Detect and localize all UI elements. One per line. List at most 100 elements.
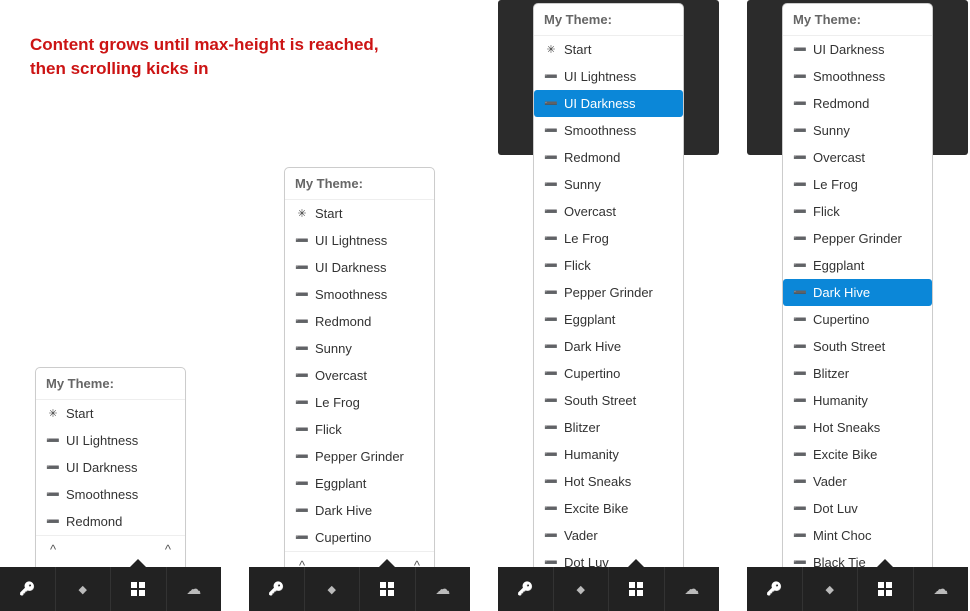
theme-item-label: Eggplant [564,312,615,327]
nav-drop[interactable] [803,567,859,611]
footer-chevron-left[interactable]: ^ [46,542,60,557]
theme-item[interactable]: ➖Sunny [285,335,434,362]
theme-item[interactable]: ➖Overcast [285,362,434,389]
theme-item-label: Flick [315,422,342,437]
theme-list[interactable]: ➖UI Darkness➖Smoothness➖Redmond➖Sunny➖Ov… [783,36,932,576]
theme-item-label: Redmond [66,514,122,529]
theme-item[interactable]: ➖Cupertino [534,360,683,387]
theme-item[interactable]: ➖Hot Sneaks [534,468,683,495]
nav-key[interactable] [0,567,56,611]
footer-chevron-right[interactable]: ^ [161,542,175,557]
theme-item[interactable]: ➖Redmond [36,508,185,535]
theme-item[interactable]: ✳Start [285,200,434,227]
theme-item[interactable]: ➖South Street [783,333,932,360]
nav-grid[interactable] [609,567,665,611]
theme-item[interactable]: ➖Smoothness [534,117,683,144]
theme-item[interactable]: ➖Vader [783,468,932,495]
asterisk-icon: ✳ [46,407,60,420]
theme-item[interactable]: ➖Dark Hive [783,279,932,306]
theme-item[interactable]: ➖UI Darkness [36,454,185,481]
theme-item[interactable]: ➖Hot Sneaks [783,414,932,441]
cloud-icon [933,580,948,599]
theme-item[interactable]: ➖Excite Bike [783,441,932,468]
theme-item[interactable]: ➖Dot Luv [783,495,932,522]
minus-icon: ➖ [793,475,807,488]
theme-item[interactable]: ➖Sunny [783,117,932,144]
nav-drop[interactable] [554,567,610,611]
theme-item[interactable]: ➖Smoothness [285,281,434,308]
theme-item[interactable]: ➖ Eggplant [534,306,683,333]
theme-item[interactable]: ➖UI Darkness [534,90,683,117]
theme-item[interactable]: ➖Flick [783,198,932,225]
theme-list[interactable]: ✳Start➖UI Lightness➖UI Darkness➖Smoothne… [36,400,185,535]
theme-item[interactable]: ➖Le Frog [534,225,683,252]
theme-item[interactable]: ➖UI Darkness [285,254,434,281]
theme-item[interactable]: ➖Cupertino [783,306,932,333]
theme-item[interactable]: ➖Eggplant [285,470,434,497]
theme-item[interactable]: ➖Overcast [534,198,683,225]
theme-item[interactable]: ➖UI Lightness [285,227,434,254]
minus-icon: ➖ [544,313,558,326]
nav-grid[interactable] [858,567,914,611]
theme-item[interactable]: ➖Blitzer [534,414,683,441]
theme-item[interactable]: ➖Dark Hive [285,497,434,524]
minus-icon: ➖ [793,97,807,110]
nav-cloud[interactable] [914,567,969,611]
theme-item[interactable]: ➖Excite Bike [534,495,683,522]
theme-item-label: Mint Choc [813,528,872,543]
theme-item[interactable]: ➖Overcast [783,144,932,171]
theme-item-label: UI Darkness [813,42,885,57]
theme-item[interactable]: ➖Smoothness [783,63,932,90]
minus-icon: ➖ [544,178,558,191]
theme-item[interactable]: ➖Mint Choc [783,522,932,549]
theme-item[interactable]: ➖Cupertino [285,524,434,551]
nav-key[interactable] [747,567,803,611]
theme-item[interactable]: ➖Dark Hive [534,333,683,360]
nav-cloud[interactable] [665,567,720,611]
theme-item[interactable]: ➖Eggplant [783,252,932,279]
theme-item-label: Overcast [564,204,616,219]
nav-key[interactable] [249,567,305,611]
grid-icon [878,582,892,596]
nav-cloud[interactable] [167,567,222,611]
theme-item[interactable]: ➖Le Frog [285,389,434,416]
panel-header: My Theme: [783,4,932,36]
nav-grid[interactable] [360,567,416,611]
theme-item[interactable]: ➖Redmond [285,308,434,335]
theme-item-label: Le Frog [813,177,858,192]
bottom-navbar [747,567,968,611]
drop-icon [79,580,87,598]
theme-item[interactable]: ➖UI Darkness [783,36,932,63]
caption-text: Content grows until max-height is reache… [30,33,390,81]
nav-drop[interactable] [56,567,112,611]
theme-item[interactable]: ➖Pepper Grinder [285,443,434,470]
theme-item[interactable]: ➖Redmond [783,90,932,117]
theme-item[interactable]: ➖Flick [534,252,683,279]
theme-item[interactable]: ➖Humanity [783,387,932,414]
minus-icon: ➖ [793,421,807,434]
theme-item-label: Blitzer [564,420,600,435]
theme-item[interactable]: ➖Flick [285,416,434,443]
theme-item[interactable]: ➖Vader [534,522,683,549]
nav-cloud[interactable] [416,567,471,611]
nav-drop[interactable] [305,567,361,611]
theme-item[interactable]: ➖Smoothness [36,481,185,508]
theme-item[interactable]: ➖South Street [534,387,683,414]
theme-list[interactable]: ✳Start➖UI Lightness➖UI Darkness➖Smoothne… [534,36,683,576]
panel-header: My Theme: [285,168,434,200]
theme-item[interactable]: ➖Pepper Grinder [783,225,932,252]
theme-list[interactable]: ✳Start➖UI Lightness➖UI Darkness➖Smoothne… [285,200,434,551]
theme-item[interactable]: ➖Humanity [534,441,683,468]
theme-item[interactable]: ➖UI Lightness [36,427,185,454]
theme-item-label: Start [315,206,342,221]
theme-item[interactable]: ➖Blitzer [783,360,932,387]
theme-item[interactable]: ✳Start [534,36,683,63]
theme-item[interactable]: ➖Pepper Grinder [534,279,683,306]
theme-item[interactable]: ➖Le Frog [783,171,932,198]
theme-item[interactable]: ➖UI Lightness [534,63,683,90]
nav-grid[interactable] [111,567,167,611]
nav-key[interactable] [498,567,554,611]
theme-item[interactable]: ➖Sunny [534,171,683,198]
theme-item[interactable]: ✳Start [36,400,185,427]
theme-item[interactable]: ➖Redmond [534,144,683,171]
